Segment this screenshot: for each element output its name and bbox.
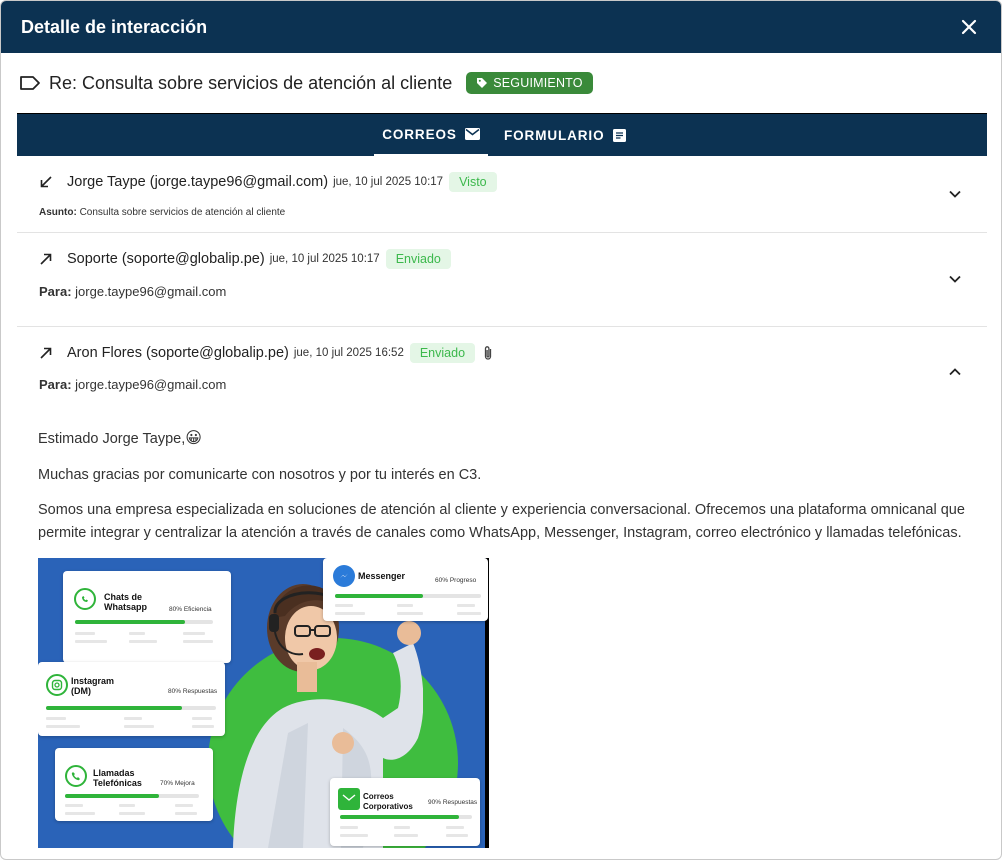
meta-value: Consulta sobre servicios de atención al … — [79, 207, 286, 218]
card-progress-bar — [46, 706, 216, 710]
status-badge: Visto — [449, 172, 497, 192]
card-placeholder-lines — [46, 717, 216, 720]
card-title: Chats de Whatsapp — [104, 592, 148, 612]
email-recipient-line: Para: jorge.taype96@gmail.com — [39, 377, 226, 392]
promo-card-correos: Correos Corporativos 90% Respuestas — [330, 778, 480, 846]
tab-formulario[interactable]: FORMULARIO — [504, 114, 626, 156]
card-placeholder-lines — [75, 640, 215, 643]
card-progress-fill — [65, 794, 159, 798]
card-title: Messenger — [358, 571, 406, 581]
promo-image: Chats de Whatsapp 80% Eficiencia Messenge… — [38, 558, 489, 848]
card-title: Correos Corporativos — [363, 792, 413, 811]
arrow-up-right-icon — [39, 251, 55, 267]
card-progress-bar — [65, 794, 199, 798]
card-progress-fill — [340, 815, 459, 819]
promo-card-llamadas: Llamadas Telefónicas 70% Mejora — [55, 748, 213, 821]
document-icon — [612, 128, 626, 142]
close-button[interactable] — [957, 15, 981, 39]
close-icon — [961, 19, 977, 35]
card-stat: 70% Mejora — [160, 780, 195, 787]
email-subject-line: Asunto: Consulta sobre servicios de aten… — [39, 207, 285, 218]
expand-button[interactable] — [947, 186, 963, 202]
messenger-icon — [333, 565, 355, 587]
collapse-button[interactable] — [947, 364, 963, 380]
smile-emoji-icon: 😀 — [185, 430, 202, 447]
email-date: jue, 10 jul 2025 10:17 — [269, 253, 380, 265]
subject-row: Re: Consulta sobre servicios de atención… — [1, 53, 1001, 113]
card-title: Llamadas Telefónicas — [93, 768, 142, 788]
card-placeholder-lines — [75, 632, 215, 635]
tab-correos-label: CORREOS — [382, 126, 457, 142]
mail-icon — [464, 128, 480, 140]
email-header: Aron Flores (soporte@globalip.pe) jue, 1… — [39, 343, 493, 363]
modal-title: Detalle de interacción — [21, 16, 208, 37]
card-placeholder-lines — [335, 604, 481, 607]
card-stat: 90% Respuestas — [428, 799, 478, 806]
chevron-up-icon — [949, 368, 961, 376]
email-item[interactable]: Jorge Taype (jorge.taype96@gmail.com) ju… — [17, 156, 987, 233]
email-header: Jorge Taype (jorge.taype96@gmail.com) ju… — [39, 172, 497, 192]
promo-card-whatsapp: Chats de Whatsapp 80% Eficiencia — [63, 571, 231, 663]
tag-icon — [477, 78, 488, 88]
tab-formulario-label: FORMULARIO — [504, 127, 605, 143]
promo-card-instagram: Instagram (DM) 80% Respuestas — [38, 662, 225, 736]
phone-icon — [65, 765, 87, 787]
greeting-text: Estimado Jorge Taype, — [38, 431, 186, 447]
arrow-up-right-icon — [39, 345, 55, 361]
card-placeholder-lines — [65, 804, 199, 807]
label-icon — [20, 76, 40, 90]
interaction-detail-modal: Detalle de interacción Re: Consulta sobr… — [0, 0, 1002, 860]
card-progress-fill — [46, 706, 182, 710]
card-stat: 60% Progreso — [435, 577, 477, 584]
email-sender: Jorge Taype (jorge.taype96@gmail.com) — [67, 174, 329, 190]
status-tag: SEGUIMIENTO — [466, 72, 593, 94]
expand-button[interactable] — [947, 271, 963, 287]
card-progress-fill — [75, 620, 186, 624]
email-header: Soporte (soporte@globalip.pe) jue, 10 ju… — [39, 249, 451, 269]
meta-label: Asunto: — [39, 207, 77, 218]
meta-label: Para: — [39, 377, 72, 392]
status-tag-label: SEGUIMIENTO — [493, 76, 583, 90]
email-sender: Aron Flores (soporte@globalip.pe) — [67, 345, 289, 361]
card-placeholder-lines — [340, 834, 472, 837]
email-item[interactable]: Soporte (soporte@globalip.pe) jue, 10 ju… — [17, 233, 987, 327]
whatsapp-icon — [74, 588, 96, 610]
card-progress-bar — [75, 620, 213, 624]
email-paragraph: Muchas gracias por comunicarte con nosot… — [38, 467, 482, 483]
email-greeting: Estimado Jorge Taype,😀 — [38, 427, 968, 451]
arrow-down-left-icon — [39, 174, 55, 190]
tabs-bar: CORREOS FORMULARIO — [17, 113, 987, 156]
subject-title: Re: Consulta sobre servicios de atención… — [49, 72, 453, 93]
card-progress-bar — [340, 815, 472, 819]
email-date: jue, 10 jul 2025 10:17 — [333, 176, 444, 188]
modal-header: Detalle de interacción — [1, 1, 1001, 53]
email-date: jue, 10 jul 2025 16:52 — [293, 347, 404, 359]
chevron-down-icon — [949, 275, 961, 283]
mail-icon — [338, 788, 360, 810]
attachment-icon[interactable] — [483, 345, 493, 361]
card-placeholder-lines — [65, 812, 199, 815]
instagram-icon — [46, 674, 68, 696]
card-placeholder-lines — [340, 826, 472, 829]
card-stat: 80% Respuestas — [168, 688, 218, 695]
meta-value: jorge.taype96@gmail.com — [75, 377, 227, 392]
card-placeholder-lines — [46, 725, 216, 728]
card-stat: 80% Eficiencia — [169, 606, 212, 613]
tab-correos[interactable]: CORREOS — [374, 114, 488, 156]
email-sender: Soporte (soporte@globalip.pe) — [67, 251, 265, 267]
card-title: Instagram (DM) — [71, 676, 115, 696]
meta-label: Para: — [39, 284, 72, 299]
email-recipient-line: Para: jorge.taype96@gmail.com — [39, 284, 226, 299]
promo-card-messenger: Messenger 60% Progreso — [323, 558, 488, 621]
status-badge: Enviado — [385, 249, 451, 269]
email-paragraph: Somos una empresa especializada en soluc… — [38, 502, 965, 541]
status-badge: Enviado — [409, 343, 476, 363]
chevron-down-icon — [949, 190, 961, 198]
meta-value: jorge.taype96@gmail.com — [75, 284, 227, 299]
card-placeholder-lines — [335, 612, 481, 615]
card-progress-bar — [335, 594, 481, 598]
card-progress-fill — [335, 594, 423, 598]
